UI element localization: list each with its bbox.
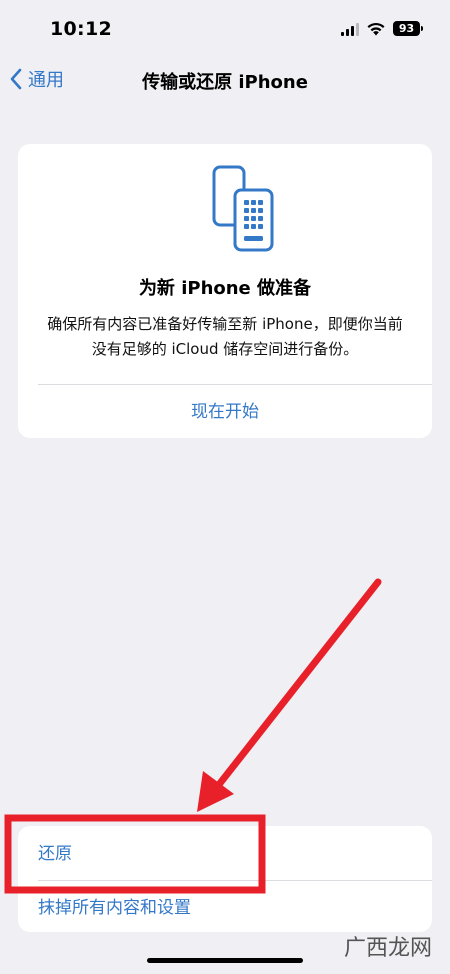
status-bar: 10:12 93 (0, 0, 450, 60)
divider (38, 880, 432, 881)
divider (38, 384, 432, 385)
status-time: 10:12 (50, 18, 112, 40)
status-indicators: 93 (341, 21, 423, 36)
restore-option[interactable]: 还原 (18, 828, 432, 880)
page-title: 传输或还原 iPhone (142, 72, 308, 93)
battery-icon: 93 (393, 21, 423, 36)
home-indicator (147, 958, 303, 963)
prepare-new-iphone-card: 为新 iPhone 做准备 确保所有内容已准备好传输至新 iPhone，即便你当… (18, 144, 432, 438)
wifi-icon (367, 22, 385, 36)
get-started-button[interactable]: 现在开始 (18, 386, 432, 438)
erase-all-content-option[interactable]: 抹掉所有内容和设置 (18, 882, 432, 934)
phone-transfer-icon (212, 165, 274, 252)
navigation-bar: 通用 传输或还原 iPhone (0, 60, 450, 104)
watermark: 广西龙网 (343, 936, 432, 961)
card-title: 为新 iPhone 做准备 (138, 278, 312, 299)
card-description: 确保所有内容已准备好传输至新 iPhone，即便你当前没有足够的 iCloud … (47, 315, 403, 358)
annotation-arrow-head (197, 771, 234, 812)
cellular-signal-icon (341, 22, 359, 36)
annotation-arrow-shaft (206, 578, 382, 800)
reset-options-card: 还原 抹掉所有内容和设置 (18, 826, 432, 932)
